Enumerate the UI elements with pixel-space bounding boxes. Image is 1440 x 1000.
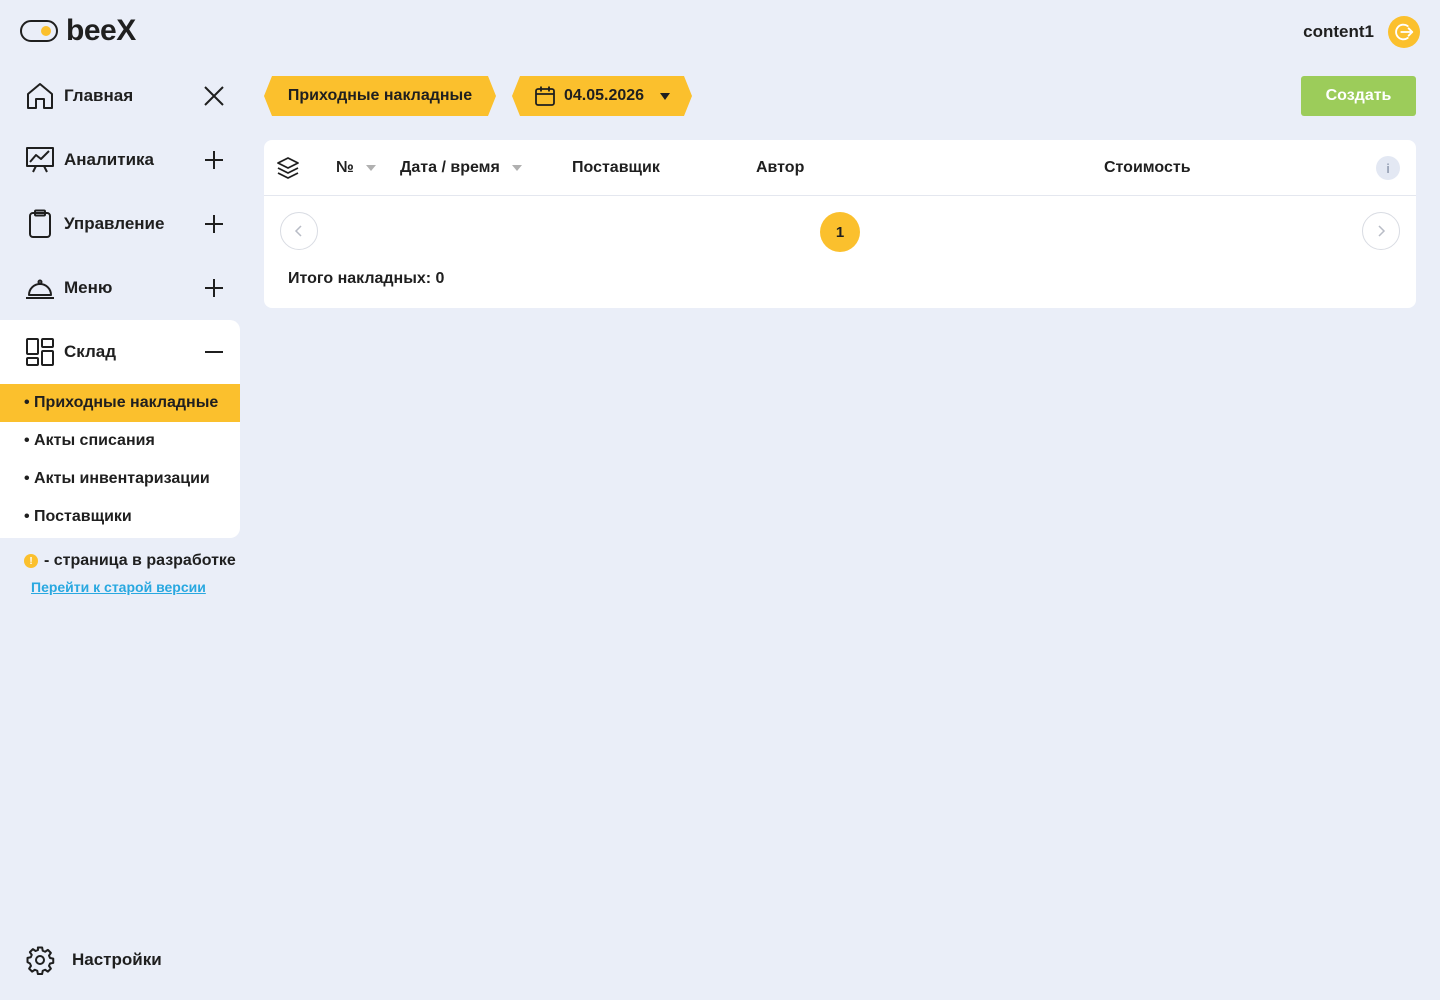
clipboard-icon bbox=[24, 208, 56, 240]
grid-icon bbox=[24, 336, 56, 368]
sidebar-item-label: Склад bbox=[64, 342, 117, 361]
sidebar-item-menu[interactable]: Меню bbox=[0, 256, 240, 320]
dev-status-icon: ! bbox=[24, 554, 38, 568]
brand-name: beeX bbox=[66, 14, 136, 47]
sidebar-item-label: Меню bbox=[64, 278, 113, 297]
minus-icon[interactable] bbox=[202, 340, 226, 364]
calendar-icon bbox=[534, 85, 556, 107]
prev-page-button[interactable] bbox=[280, 212, 318, 250]
column-label: Дата / время bbox=[400, 158, 500, 176]
page-number-current[interactable]: 1 bbox=[820, 212, 860, 252]
chevron-down-icon bbox=[660, 93, 670, 100]
plus-icon[interactable] bbox=[202, 276, 226, 300]
sidebar: Главная Аналитика Управление Меню Склад … bbox=[0, 64, 240, 538]
column-author: Автор bbox=[756, 158, 805, 176]
date-picker[interactable]: 04.05.2026 bbox=[512, 76, 692, 116]
sidebar-subitem-suppliers[interactable]: • Поставщики bbox=[0, 498, 240, 536]
column-number[interactable]: № bbox=[336, 140, 376, 195]
cloche-icon bbox=[24, 272, 56, 304]
dev-note: ! - страница в разработке bbox=[24, 552, 236, 570]
column-cost: Стоимость bbox=[1104, 158, 1191, 176]
sidebar-item-home[interactable]: Главная bbox=[0, 64, 240, 128]
sidebar-item-settings[interactable]: Настройки bbox=[24, 928, 162, 992]
invoices-total: Итого накладных: 0 bbox=[288, 270, 445, 287]
column-datetime[interactable]: Дата / время bbox=[400, 140, 522, 195]
layers-icon bbox=[277, 156, 299, 179]
home-icon bbox=[24, 80, 56, 112]
logo-mark-icon bbox=[20, 20, 58, 42]
column-supplier: Поставщик bbox=[572, 158, 660, 176]
page-title: Приходные накладные bbox=[287, 87, 473, 104]
user-area: content1 bbox=[1303, 16, 1420, 48]
sidebar-item-label: Настройки bbox=[72, 950, 162, 969]
plus-icon[interactable] bbox=[202, 148, 226, 172]
analytics-icon bbox=[24, 144, 56, 176]
sidebar-subitem-write-off-acts[interactable]: • Акты списания bbox=[0, 422, 240, 460]
layers-button[interactable] bbox=[276, 140, 300, 195]
sidebar-subitem-incoming-invoices[interactable]: • Приходные накладные bbox=[0, 384, 240, 422]
plus-icon[interactable] bbox=[202, 212, 226, 236]
chevron-right-icon bbox=[1378, 225, 1386, 237]
logout-icon bbox=[1395, 23, 1414, 41]
sidebar-item-management[interactable]: Управление bbox=[0, 192, 240, 256]
sort-down-icon[interactable] bbox=[365, 164, 376, 171]
sidebar-item-analytics[interactable]: Аналитика bbox=[0, 128, 240, 192]
info-icon[interactable]: i bbox=[1376, 156, 1400, 180]
sort-down-icon[interactable] bbox=[511, 164, 522, 171]
close-icon[interactable] bbox=[202, 84, 226, 108]
toolbar: Приходные накладные 04.05.2026 Создать bbox=[264, 76, 1416, 116]
sidebar-subitem-inventory-acts[interactable]: • Акты инвентаризации bbox=[0, 460, 240, 498]
sidebar-item-label: Аналитика bbox=[64, 150, 154, 169]
username: content1 bbox=[1303, 22, 1374, 41]
warehouse-group: Склад • Приходные накладные • Акты списа… bbox=[0, 320, 240, 538]
gear-icon bbox=[24, 944, 56, 976]
sidebar-item-warehouse[interactable]: Склад bbox=[0, 320, 240, 384]
sidebar-item-label: Управление bbox=[64, 214, 165, 233]
date-value: 04.05.2026 bbox=[564, 87, 645, 104]
create-button[interactable]: Создать bbox=[1301, 76, 1416, 116]
brand-logo[interactable]: beeX bbox=[20, 16, 136, 46]
logout-button[interactable] bbox=[1388, 16, 1420, 48]
next-page-button[interactable] bbox=[1362, 212, 1400, 250]
page-title-chip: Приходные накладные bbox=[264, 76, 496, 116]
column-label: № bbox=[336, 158, 354, 176]
chevron-left-icon bbox=[294, 225, 302, 237]
dev-note-text: - страница в разработке bbox=[44, 552, 236, 569]
invoices-table: № Дата / время Поставщик Автор Стоимость… bbox=[264, 140, 1416, 308]
old-version-link[interactable]: Перейти к старой версии bbox=[31, 579, 206, 595]
sidebar-item-label: Главная bbox=[64, 86, 134, 105]
table-header: № Дата / время Поставщик Автор Стоимость… bbox=[264, 140, 1416, 196]
